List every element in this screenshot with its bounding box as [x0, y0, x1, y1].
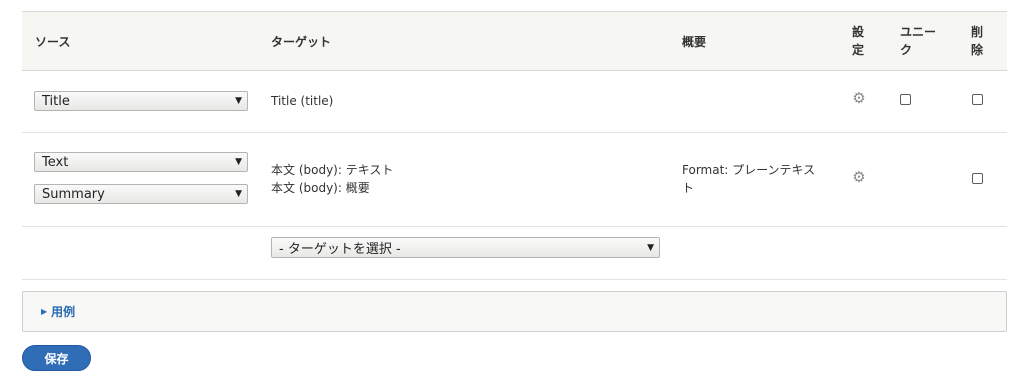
- gear-icon[interactable]: ⚙: [852, 91, 866, 106]
- source-select[interactable]: Title ▼: [34, 91, 248, 111]
- delete-checkbox[interactable]: [972, 94, 983, 105]
- table-row: Text ▼ Summary ▼ 本文 (body): テキスト 本文 (bod…: [22, 133, 1007, 227]
- target-select-value: - ターゲットを選択 -: [279, 242, 401, 257]
- header-source: ソース: [35, 34, 71, 49]
- triangle-down-icon: ▼: [235, 189, 242, 199]
- source-select-value: Text: [42, 154, 69, 170]
- triangle-down-icon: ▼: [235, 96, 242, 106]
- target-text-list: 本文 (body): テキスト 本文 (body): 概要: [271, 161, 393, 197]
- header-delete: 削除: [971, 25, 984, 57]
- source-select[interactable]: Summary ▼: [34, 184, 248, 204]
- header-unique: ユニーク: [900, 25, 937, 57]
- header-settings: 設定: [852, 25, 865, 57]
- source-select[interactable]: Text ▼: [34, 152, 248, 172]
- table-header: ソース ターゲット 概要 設定 ユニーク 削除: [22, 11, 1007, 71]
- header-target: ターゲット: [271, 34, 332, 49]
- source-select-value: Summary: [42, 186, 105, 202]
- mapping-table: ソース ターゲット 概要 設定 ユニーク 削除 Title ▼ Title (t…: [22, 11, 1007, 280]
- summary-text: Format: プレーンテキスト: [682, 163, 816, 195]
- target-select[interactable]: - ターゲットを選択 - ▼: [271, 237, 660, 258]
- table-row: Title ▼ Title (title) ⚙: [22, 71, 1007, 133]
- target-text: 本文 (body): 概要: [271, 181, 370, 195]
- table-row: - ターゲットを選択 - ▼: [22, 227, 1007, 280]
- unique-checkbox[interactable]: [900, 94, 911, 105]
- triangle-right-icon: ▶: [41, 307, 48, 316]
- triangle-down-icon: ▼: [235, 157, 242, 167]
- save-button[interactable]: 保存: [22, 345, 91, 371]
- target-text: 本文 (body): テキスト: [271, 163, 394, 177]
- triangle-down-icon: ▼: [647, 242, 654, 253]
- gear-icon[interactable]: ⚙: [852, 170, 866, 185]
- examples-label: 用例: [51, 305, 76, 319]
- delete-checkbox[interactable]: [972, 173, 983, 184]
- header-summary: 概要: [682, 34, 707, 49]
- target-text: Title (title): [271, 94, 334, 108]
- examples-toggle[interactable]: ▶ 用例: [41, 292, 75, 331]
- source-select-value: Title: [42, 93, 70, 109]
- examples-details: ▶ 用例: [22, 291, 1007, 332]
